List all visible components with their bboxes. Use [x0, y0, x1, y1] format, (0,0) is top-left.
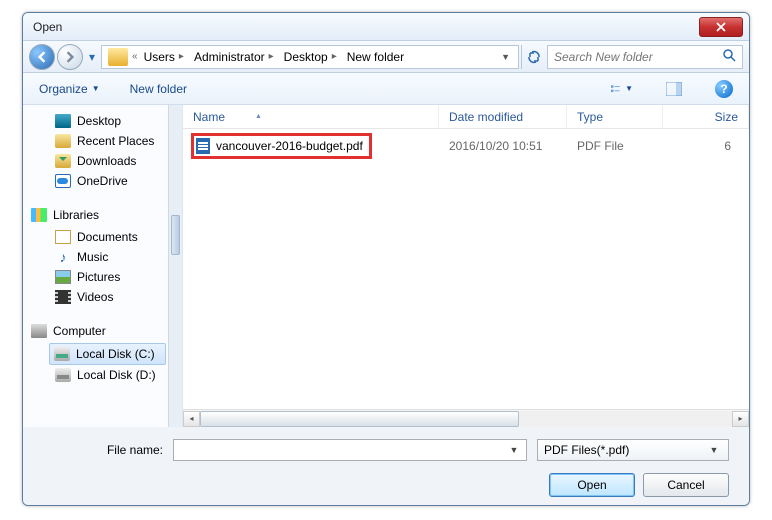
libraries-icon: [31, 208, 47, 222]
column-headers: Name Date modified Type Size: [183, 105, 749, 129]
sidebar-libraries[interactable]: Libraries: [23, 205, 182, 225]
sidebar-computer[interactable]: Computer: [23, 321, 182, 341]
view-options-button[interactable]: ▼: [611, 79, 633, 99]
file-size: 6: [663, 139, 749, 153]
computer-icon: [31, 324, 47, 338]
file-highlight: vancouver-2016-budget.pdf: [191, 133, 372, 159]
scroll-left[interactable]: ◂: [183, 411, 200, 427]
col-type[interactable]: Type: [567, 105, 663, 128]
downloads-icon: [55, 154, 71, 168]
col-date[interactable]: Date modified: [439, 105, 567, 128]
crumb-newfolder[interactable]: New folder: [343, 50, 408, 64]
disk-icon: [54, 347, 70, 361]
filter-dropdown-icon: ▼: [706, 445, 722, 455]
col-size[interactable]: Size: [663, 105, 749, 128]
refresh-button[interactable]: [521, 45, 545, 69]
disk-icon: [55, 368, 71, 382]
videos-icon: [55, 290, 71, 304]
open-dialog: Open ▾ « Users▸ Administrator▸ Desktop▸ …: [22, 12, 750, 506]
footer: File name: ▼ PDF Files(*.pdf) ▼ Open Can…: [23, 427, 749, 506]
sidebar: Desktop Recent Places Downloads OneDrive…: [23, 105, 183, 427]
scroll-thumb[interactable]: [200, 411, 519, 427]
desktop-icon: [55, 114, 71, 128]
filename-combo[interactable]: ▼: [173, 439, 527, 461]
help-button[interactable]: ?: [715, 80, 733, 98]
nav-history-dropdown[interactable]: ▾: [85, 44, 99, 70]
sidebar-scrollbar[interactable]: [168, 105, 182, 427]
scroll-right[interactable]: ▸: [732, 411, 749, 427]
open-button[interactable]: Open: [549, 473, 635, 497]
onedrive-icon: [55, 174, 71, 188]
new-folder-button[interactable]: New folder: [130, 82, 187, 96]
documents-icon: [55, 230, 71, 244]
sidebar-recent[interactable]: Recent Places: [35, 131, 182, 151]
breadcrumb-dropdown[interactable]: ▼: [497, 52, 514, 62]
file-name: vancouver-2016-budget.pdf: [216, 139, 363, 153]
file-type: PDF File: [567, 139, 663, 153]
sidebar-downloads[interactable]: Downloads: [35, 151, 182, 171]
forward-button[interactable]: [57, 44, 83, 70]
search-box[interactable]: [547, 45, 743, 69]
back-button[interactable]: [29, 44, 55, 70]
file-row[interactable]: vancouver-2016-budget.pdf 2016/10/20 10:…: [183, 135, 749, 157]
file-date: 2016/10/20 10:51: [439, 139, 567, 153]
sidebar-pictures[interactable]: Pictures: [35, 267, 182, 287]
window-title: Open: [29, 20, 699, 34]
pdf-icon: [196, 138, 210, 154]
crumb-overflow[interactable]: «: [132, 51, 138, 62]
scroll-track[interactable]: [200, 411, 732, 427]
close-button[interactable]: [699, 17, 743, 37]
file-list[interactable]: vancouver-2016-budget.pdf 2016/10/20 10:…: [183, 129, 749, 409]
breadcrumb[interactable]: « Users▸ Administrator▸ Desktop▸ New fol…: [101, 45, 519, 69]
recent-icon: [55, 134, 71, 148]
toolbar: Organize▼ New folder ▼ ?: [23, 73, 749, 105]
file-pane: Name Date modified Type Size vancouver-2…: [183, 105, 749, 427]
search-icon: [723, 49, 736, 65]
titlebar[interactable]: Open: [23, 13, 749, 41]
preview-pane-button[interactable]: [663, 79, 685, 99]
filetype-filter[interactable]: PDF Files(*.pdf) ▼: [537, 439, 729, 461]
sidebar-onedrive[interactable]: OneDrive: [35, 171, 182, 191]
sidebar-disk-d[interactable]: Local Disk (D:): [35, 365, 182, 385]
sidebar-music[interactable]: ♪Music: [35, 247, 182, 267]
filename-dropdown[interactable]: ▼: [506, 445, 522, 455]
search-input[interactable]: [554, 50, 723, 64]
organize-menu[interactable]: Organize▼: [39, 82, 100, 96]
body: Desktop Recent Places Downloads OneDrive…: [23, 105, 749, 427]
music-icon: ♪: [55, 250, 71, 264]
crumb-users[interactable]: Users▸: [140, 50, 188, 64]
filename-input[interactable]: [178, 443, 506, 457]
crumb-desktop[interactable]: Desktop▸: [280, 50, 341, 64]
sidebar-videos[interactable]: Videos: [35, 287, 182, 307]
cancel-button[interactable]: Cancel: [643, 473, 729, 497]
pictures-icon: [55, 270, 71, 284]
sidebar-documents[interactable]: Documents: [35, 227, 182, 247]
folder-icon: [108, 48, 128, 66]
horizontal-scrollbar[interactable]: ◂ ▸: [183, 409, 749, 427]
col-name[interactable]: Name: [183, 105, 439, 128]
filename-label: File name:: [43, 443, 163, 457]
crumb-admin[interactable]: Administrator▸: [190, 50, 278, 64]
scrollbar-thumb[interactable]: [171, 215, 180, 255]
sidebar-disk-c[interactable]: Local Disk (C:): [49, 343, 166, 365]
navbar: ▾ « Users▸ Administrator▸ Desktop▸ New f…: [23, 41, 749, 73]
sidebar-desktop[interactable]: Desktop: [35, 111, 182, 131]
